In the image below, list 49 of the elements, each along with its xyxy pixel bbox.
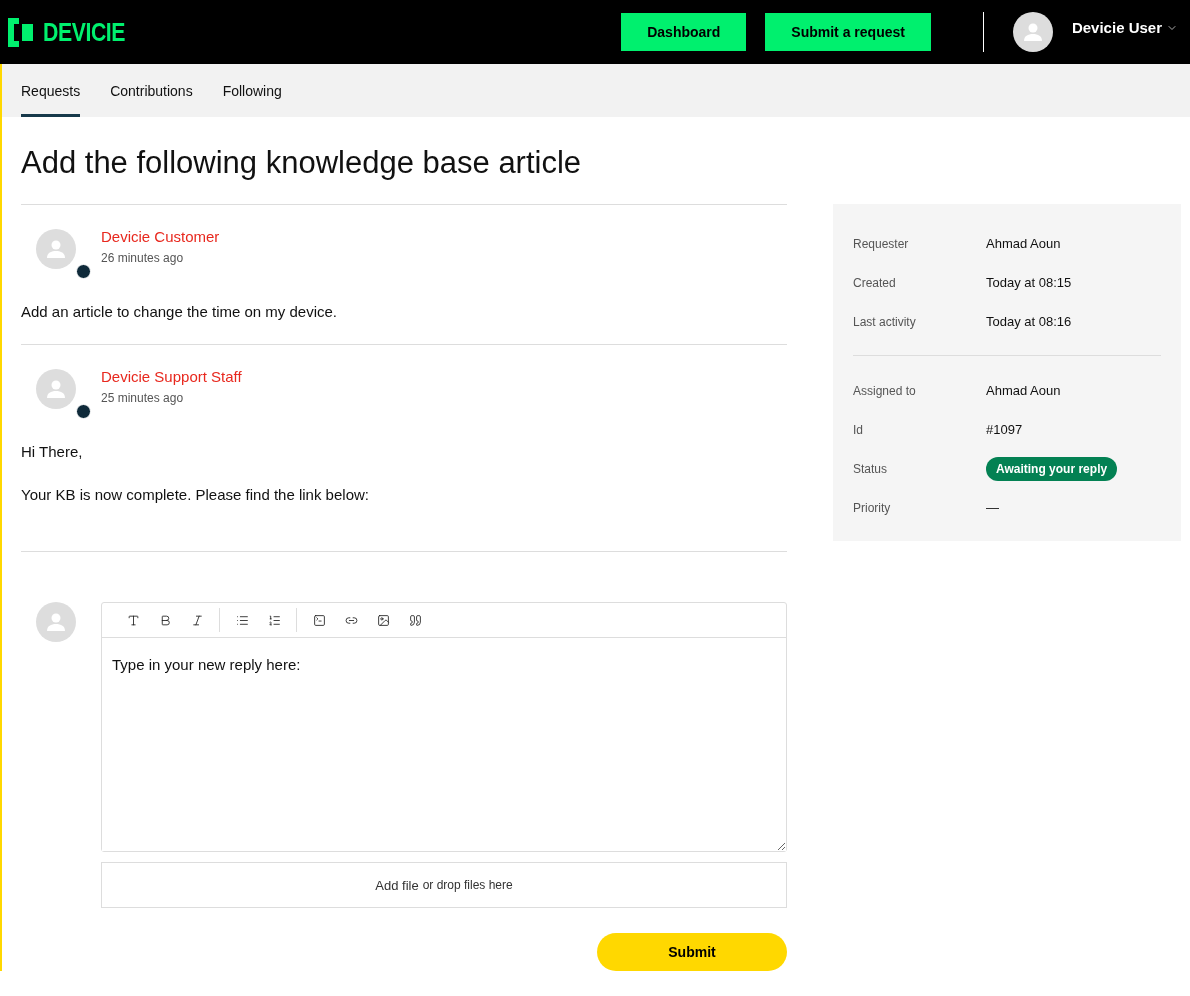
detail-value: #1097: [986, 422, 1023, 437]
detail-value: Today at 08:16: [986, 314, 1072, 329]
page-title: Add the following knowledge base article: [20, 144, 583, 182]
detail-label: Requester: [853, 236, 910, 251]
nav-tab[interactable]: Requests: [21, 64, 81, 117]
detail-value: —: [986, 500, 999, 515]
header-button[interactable]: Dashboard: [621, 13, 747, 51]
comment-text: Hi There,: [21, 443, 84, 460]
dropzone-text: or drop files here: [422, 878, 513, 892]
quote-icon: [408, 613, 422, 627]
comment-text: Add an article to change the time on my device.: [21, 303, 338, 320]
comment-text: Your KB is now complete. Please find the link below:: [21, 486, 370, 503]
detail-value: Today at 08:15: [986, 275, 1072, 290]
user-silhouette-icon: [46, 379, 66, 399]
submit-button[interactable]: Submit: [597, 933, 787, 971]
bullet-list-icon: [235, 613, 249, 627]
author-name[interactable]: Devicie Customer: [101, 228, 220, 245]
add-file-link[interactable]: Add file: [375, 877, 419, 893]
user-silhouette-icon: [46, 612, 66, 632]
text-format-icon: [126, 613, 140, 627]
status-badge: Awaiting your reply: [986, 456, 1118, 481]
user-silhouette-icon: [46, 239, 66, 259]
detail-label: Created: [853, 275, 897, 290]
nav-tab[interactable]: Following: [222, 64, 282, 117]
detail-value: Ahmad Aoun: [986, 236, 1061, 251]
detail-label: Id: [853, 422, 864, 437]
agent-badge-icon: [76, 404, 91, 419]
code-block-icon: [312, 613, 326, 627]
nav-tab[interactable]: Contributions: [110, 64, 193, 117]
author-name[interactable]: Devicie Support Staff: [101, 368, 242, 385]
detail-label: Assigned to: [853, 383, 917, 398]
logo-icon: [8, 17, 33, 47]
user-silhouette-icon: [1022, 22, 1043, 42]
comment-time: 26 minutes ago: [101, 251, 185, 265]
comment-time: 25 minutes ago: [101, 391, 185, 405]
logo-text: DEVICIE: [43, 17, 126, 47]
detail-label: Status: [853, 461, 889, 476]
numbered-list-icon: [267, 613, 281, 627]
user-menu[interactable]: Devicie User: [1071, 19, 1178, 36]
detail-value: Ahmad Aoun: [986, 383, 1061, 398]
header-button[interactable]: Submit a request: [765, 13, 931, 51]
user-avatar[interactable]: [1012, 12, 1053, 52]
agent-badge-icon: [76, 264, 91, 279]
image-icon: [376, 613, 390, 627]
reply-editor[interactable]: Type in your new reply here:: [101, 602, 787, 852]
detail-label: Last activity: [853, 314, 917, 329]
attachment-dropzone[interactable]: Add file or drop files here: [101, 862, 787, 908]
italic-icon: [190, 613, 204, 627]
detail-label: Priority: [853, 500, 892, 515]
